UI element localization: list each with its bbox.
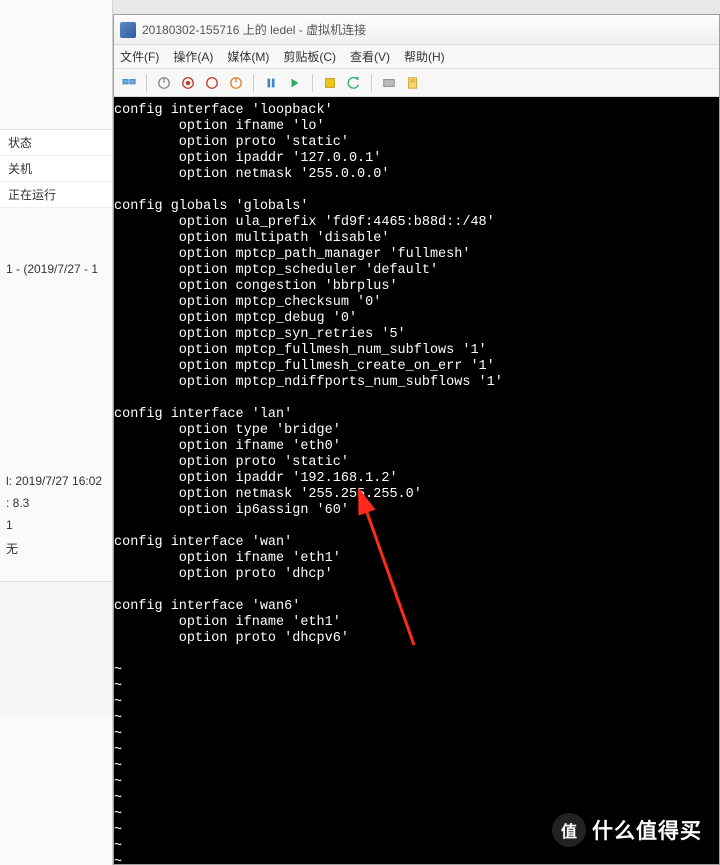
vm-window: 20180302-155716 上的 ledel - 虚拟机连接 文件(F) 操… xyxy=(113,14,720,865)
vm-icon xyxy=(120,22,136,38)
host-sidebar: 状态 关机 正在运行 1 - (2019/7/27 - 1 l: 2019/7/… xyxy=(0,0,113,865)
enhanced-session-button[interactable] xyxy=(380,74,398,92)
ctrl-alt-del-button[interactable] xyxy=(120,74,138,92)
sidebar-info-2: : 8.3 xyxy=(0,492,112,514)
watermark-badge: 值 xyxy=(552,813,586,847)
title-bar[interactable]: 20180302-155716 上的 ledel - 虚拟机连接 xyxy=(114,15,719,45)
terminal[interactable]: config interface 'loopback' option ifnam… xyxy=(114,97,719,864)
shutdown-button[interactable] xyxy=(203,74,221,92)
menu-help[interactable]: 帮助(H) xyxy=(404,48,445,65)
reset-button[interactable] xyxy=(286,74,304,92)
sidebar-dateline: 1 - (2019/7/27 - 1 xyxy=(0,258,112,280)
menu-media[interactable]: 媒体(M) xyxy=(227,48,269,65)
watermark: 值 什么值得买 xyxy=(552,813,702,847)
menu-view[interactable]: 查看(V) xyxy=(350,48,390,65)
sidebar-item-running[interactable]: 正在运行 xyxy=(0,182,112,208)
share-button[interactable] xyxy=(404,74,422,92)
checkpoint-button[interactable] xyxy=(321,74,339,92)
sidebar-list: 状态 关机 正在运行 xyxy=(0,130,112,208)
window-title: 20180302-155716 上的 ledel - 虚拟机连接 xyxy=(142,21,366,38)
sidebar-info-1: l: 2019/7/27 16:02 xyxy=(0,470,112,492)
menu-file[interactable]: 文件(F) xyxy=(120,48,159,65)
sidebar-spacer xyxy=(0,0,112,130)
menu-bar: 文件(F) 操作(A) 媒体(M) 剪贴板(C) 查看(V) 帮助(H) xyxy=(114,45,719,69)
sidebar-footer xyxy=(0,581,112,716)
toolbar xyxy=(114,69,719,97)
sidebar-info-3: 1 xyxy=(0,514,112,536)
revert-button[interactable] xyxy=(345,74,363,92)
turnoff-button[interactable] xyxy=(179,74,197,92)
sidebar-item-shutdown[interactable]: 关机 xyxy=(0,156,112,182)
start-button[interactable] xyxy=(155,74,173,92)
menu-clipboard[interactable]: 剪贴板(C) xyxy=(283,48,336,65)
sidebar-info-4: 无 xyxy=(0,536,112,561)
sidebar-item-status[interactable]: 状态 xyxy=(0,130,112,156)
terminal-content: config interface 'loopback' option ifnam… xyxy=(114,103,719,864)
menu-action[interactable]: 操作(A) xyxy=(173,48,213,65)
pause-button[interactable] xyxy=(262,74,280,92)
save-button[interactable] xyxy=(227,74,245,92)
watermark-text: 什么值得买 xyxy=(592,815,702,845)
